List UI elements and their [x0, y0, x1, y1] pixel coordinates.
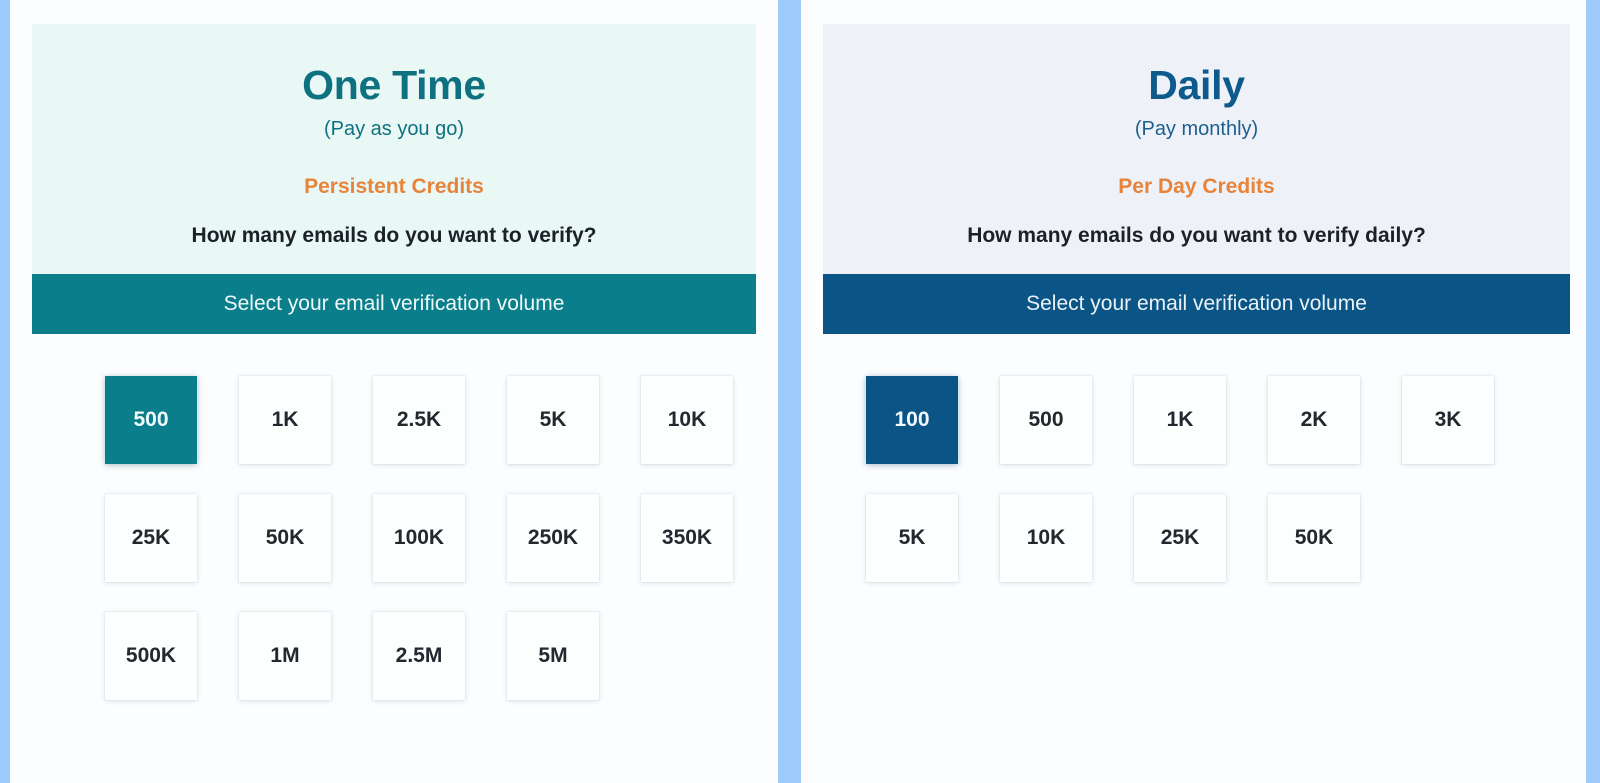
one-time-plan-title: One Time — [302, 62, 486, 108]
tile-slot: 25K — [84, 493, 218, 612]
plan-card-daily-inner: Daily (Pay monthly) Per Day Credits How … — [823, 24, 1570, 783]
tile-slot: 5M — [486, 611, 620, 730]
volume-tile[interactable]: 25K — [1134, 493, 1226, 582]
volume-tile[interactable]: 5M — [507, 611, 599, 700]
tile-slot: 100K — [352, 493, 486, 612]
tile-slot: 2.5M — [352, 611, 486, 730]
tile-slot: 1M — [218, 611, 352, 730]
volume-tile[interactable]: 2.5M — [373, 611, 465, 700]
pricing-comparison-screen: One Time (Pay as you go) Persistent Cred… — [0, 0, 1600, 783]
daily-plan-title: Daily — [1148, 62, 1245, 108]
volume-tile[interactable]: 10K — [641, 375, 733, 464]
volume-tile[interactable]: 250K — [507, 493, 599, 582]
volume-tile[interactable]: 5K — [866, 493, 958, 582]
daily-volume-grid: 100 500 1K 2K 3K 5K 10K 25K 50K — [823, 333, 1570, 612]
tile-slot: 1K — [218, 375, 352, 494]
daily-volume-bar[interactable]: Select your email verification volume — [823, 274, 1570, 334]
volume-tile-placeholder — [1402, 494, 1494, 582]
one-time-tile-row: 25K 50K 100K 250K 350K — [32, 493, 756, 612]
tile-slot: 50K — [1247, 493, 1381, 612]
one-time-tile-row: 500K 1M 2.5M 5M — [32, 611, 756, 730]
tile-slot: 5K — [845, 493, 979, 612]
daily-header-block: Daily (Pay monthly) Per Day Credits How … — [823, 24, 1570, 275]
plan-card-one-time: One Time (Pay as you go) Persistent Cred… — [10, 0, 778, 783]
volume-tile[interactable]: 50K — [1268, 493, 1360, 582]
one-time-volume-bar[interactable]: Select your email verification volume — [32, 274, 756, 334]
volume-tile[interactable]: 350K — [641, 493, 733, 582]
tile-slot: 500 — [979, 375, 1113, 494]
daily-plan-subtitle: (Pay monthly) — [1134, 118, 1259, 141]
tile-slot: 2.5K — [352, 375, 486, 494]
volume-tile[interactable]: 50K — [239, 493, 331, 582]
daily-question: How many emails do you want to verify da… — [967, 224, 1426, 248]
volume-tile-selected[interactable]: 500 — [105, 375, 197, 464]
volume-tile[interactable]: 500 — [1000, 375, 1092, 464]
volume-tile[interactable]: 2K — [1268, 375, 1360, 464]
tile-slot: 10K — [620, 375, 754, 494]
volume-tile[interactable]: 1M — [239, 611, 331, 700]
volume-tile[interactable]: 3K — [1402, 375, 1494, 464]
tile-slot: 1K — [1113, 375, 1247, 494]
one-time-credit-label: Persistent Credits — [304, 175, 484, 199]
volume-tile[interactable]: 2.5K — [373, 375, 465, 464]
tile-slot: 500 — [84, 375, 218, 494]
tile-slot: 250K — [486, 493, 620, 612]
tile-slot: 350K — [620, 493, 754, 612]
plan-card-one-time-inner: One Time (Pay as you go) Persistent Cred… — [32, 24, 756, 783]
one-time-volume-grid: 500 1K 2.5K 5K 10K 25K 50K 100K 250K 350… — [32, 333, 756, 730]
one-time-question: How many emails do you want to verify? — [191, 224, 597, 248]
tile-slot: 2K — [1247, 375, 1381, 494]
tile-slot-empty — [620, 612, 754, 730]
tile-slot: 500K — [84, 611, 218, 730]
volume-tile[interactable]: 500K — [105, 611, 197, 700]
tile-slot: 3K — [1381, 375, 1515, 494]
plan-card-daily: Daily (Pay monthly) Per Day Credits How … — [801, 0, 1586, 783]
daily-tile-row: 100 500 1K 2K 3K — [823, 375, 1570, 494]
tile-slot: 50K — [218, 493, 352, 612]
volume-tile[interactable]: 1K — [239, 375, 331, 464]
volume-tile[interactable]: 1K — [1134, 375, 1226, 464]
volume-tile-placeholder — [641, 612, 733, 700]
tile-slot: 5K — [486, 375, 620, 494]
volume-tile[interactable]: 100K — [373, 493, 465, 582]
tile-slot: 100 — [845, 375, 979, 494]
volume-tile-selected[interactable]: 100 — [866, 375, 958, 464]
daily-tile-row: 5K 10K 25K 50K — [823, 493, 1570, 612]
tile-slot: 10K — [979, 493, 1113, 612]
daily-credit-label: Per Day Credits — [1118, 175, 1275, 199]
volume-tile[interactable]: 25K — [105, 493, 197, 582]
volume-tile[interactable]: 5K — [507, 375, 599, 464]
volume-tile[interactable]: 10K — [1000, 493, 1092, 582]
one-time-plan-subtitle: (Pay as you go) — [323, 118, 465, 141]
one-time-header-block: One Time (Pay as you go) Persistent Cred… — [32, 24, 756, 275]
one-time-tile-row: 500 1K 2.5K 5K 10K — [32, 375, 756, 494]
tile-slot-empty — [1381, 494, 1515, 612]
tile-slot: 25K — [1113, 493, 1247, 612]
